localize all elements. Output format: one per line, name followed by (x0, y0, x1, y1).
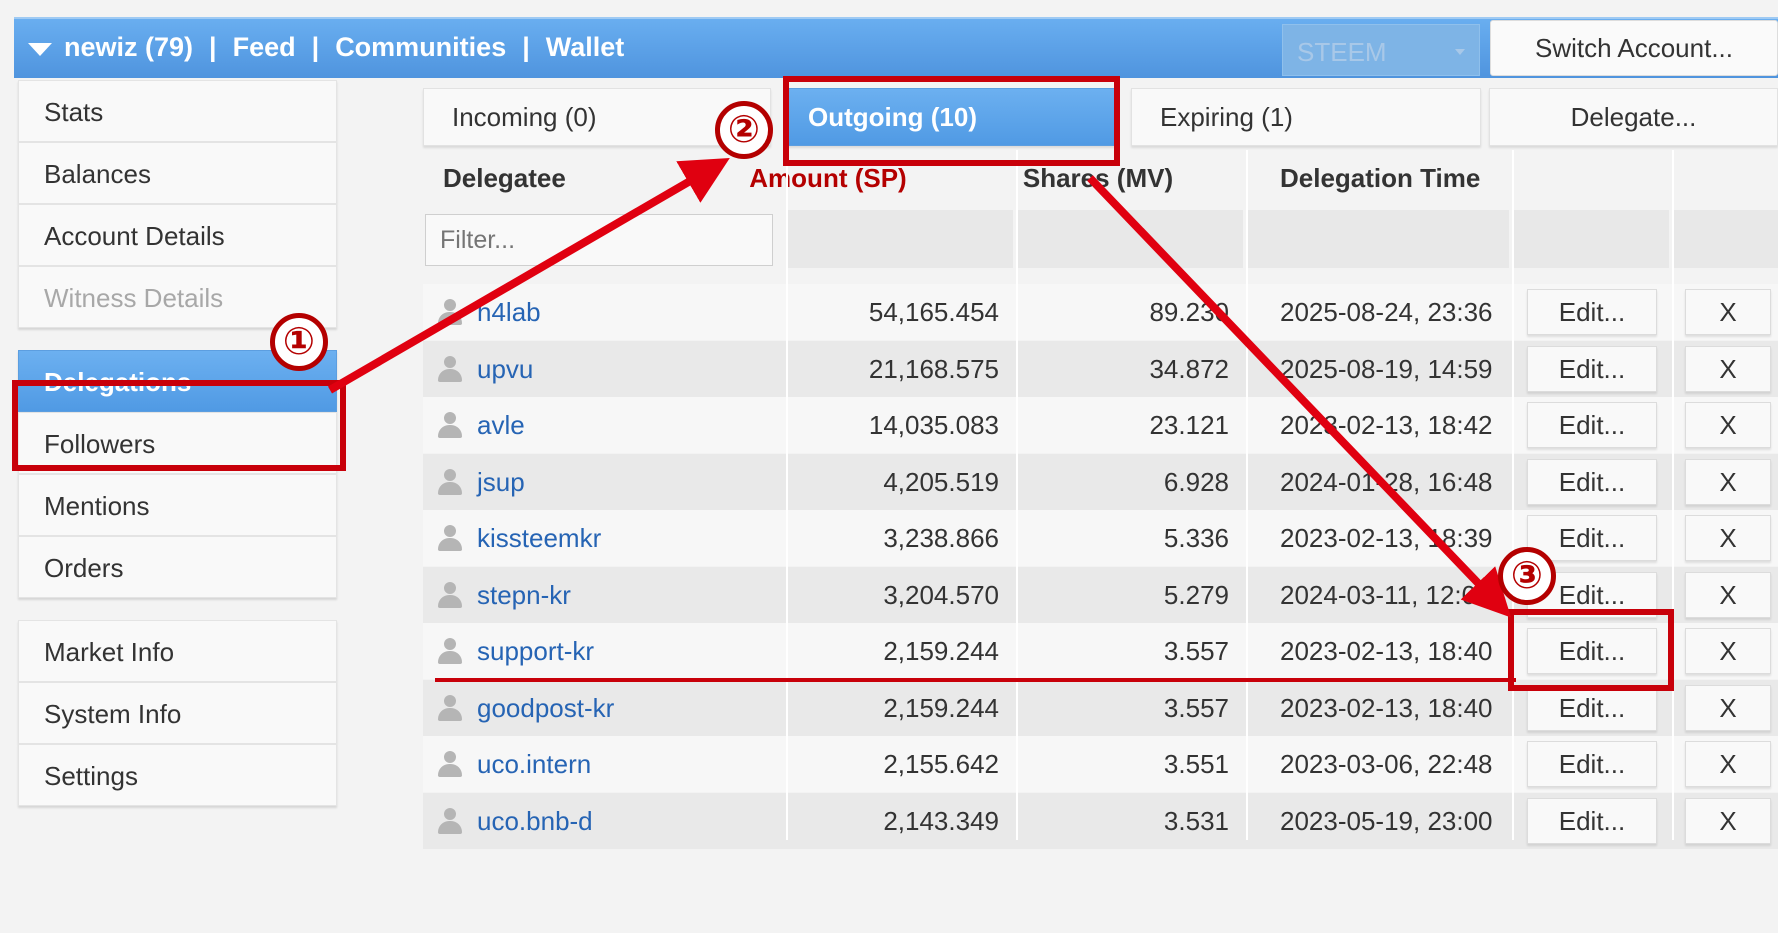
annotation-arrow-1 (327, 157, 730, 394)
annotation-badge-3: ③ (1498, 547, 1556, 605)
annotation-badge-1: ① (270, 313, 328, 371)
annotation-arrows (327, 157, 1516, 682)
annotation-badge-2: ② (715, 101, 773, 159)
annotation-arrow-2 (1087, 175, 1512, 618)
